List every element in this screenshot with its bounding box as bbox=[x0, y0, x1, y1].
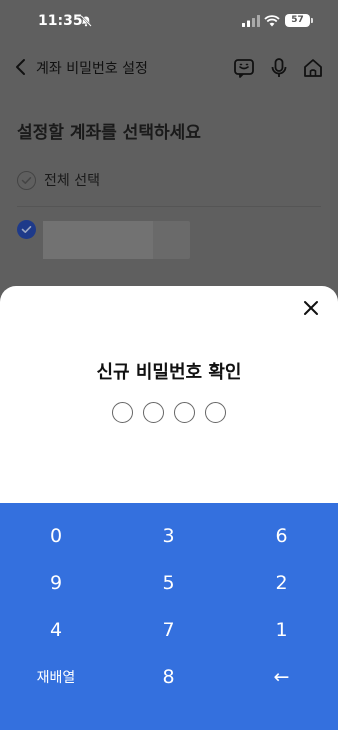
pin-dot bbox=[205, 402, 226, 423]
key-8[interactable]: 8 bbox=[112, 653, 225, 700]
key-0[interactable]: 0 bbox=[0, 512, 112, 559]
backspace-button[interactable]: ← bbox=[225, 653, 338, 700]
pin-indicator bbox=[112, 402, 226, 423]
page-heading: 설정할 계좌를 선택하세요 bbox=[17, 123, 201, 143]
divider bbox=[17, 206, 321, 207]
key-6[interactable]: 6 bbox=[225, 512, 338, 559]
sheet-title: 신규 비밀번호 확인 bbox=[96, 362, 242, 383]
masked-account-info bbox=[43, 221, 190, 259]
status-time: 11:35 bbox=[38, 13, 83, 29]
page-title: 계좌 비밀번호 설정 bbox=[36, 61, 148, 77]
select-all-option[interactable]: 전체 선택 bbox=[17, 168, 100, 192]
wifi-icon bbox=[264, 15, 280, 27]
app-header: 계좌 비밀번호 설정 bbox=[0, 48, 338, 88]
status-bar: 11:35 57 bbox=[0, 0, 338, 44]
back-chevron-icon[interactable] bbox=[14, 58, 28, 76]
microphone-icon[interactable] bbox=[267, 56, 291, 80]
battery-indicator: 57 bbox=[285, 14, 313, 27]
signal-icon bbox=[242, 15, 260, 27]
bell-off-icon bbox=[80, 15, 92, 27]
close-icon[interactable] bbox=[302, 299, 320, 317]
key-1[interactable]: 1 bbox=[225, 606, 338, 653]
pin-dot bbox=[174, 402, 195, 423]
key-9[interactable]: 9 bbox=[0, 559, 112, 606]
key-5[interactable]: 5 bbox=[112, 559, 225, 606]
key-7[interactable]: 7 bbox=[112, 606, 225, 653]
key-3[interactable]: 3 bbox=[112, 512, 225, 559]
unchecked-circle-icon bbox=[17, 170, 36, 190]
key-4[interactable]: 4 bbox=[0, 606, 112, 653]
pin-dot bbox=[112, 402, 133, 423]
secure-keypad: 0 3 6 9 5 2 4 7 1 재배열 8 ← bbox=[0, 503, 338, 730]
key-2[interactable]: 2 bbox=[225, 559, 338, 606]
shuffle-keys-button[interactable]: 재배열 bbox=[0, 653, 112, 700]
select-all-label: 전체 선택 bbox=[44, 173, 100, 189]
home-icon[interactable] bbox=[301, 56, 325, 80]
chatbot-icon[interactable] bbox=[232, 56, 256, 80]
checked-circle-icon[interactable] bbox=[17, 220, 36, 239]
pin-dot bbox=[143, 402, 164, 423]
